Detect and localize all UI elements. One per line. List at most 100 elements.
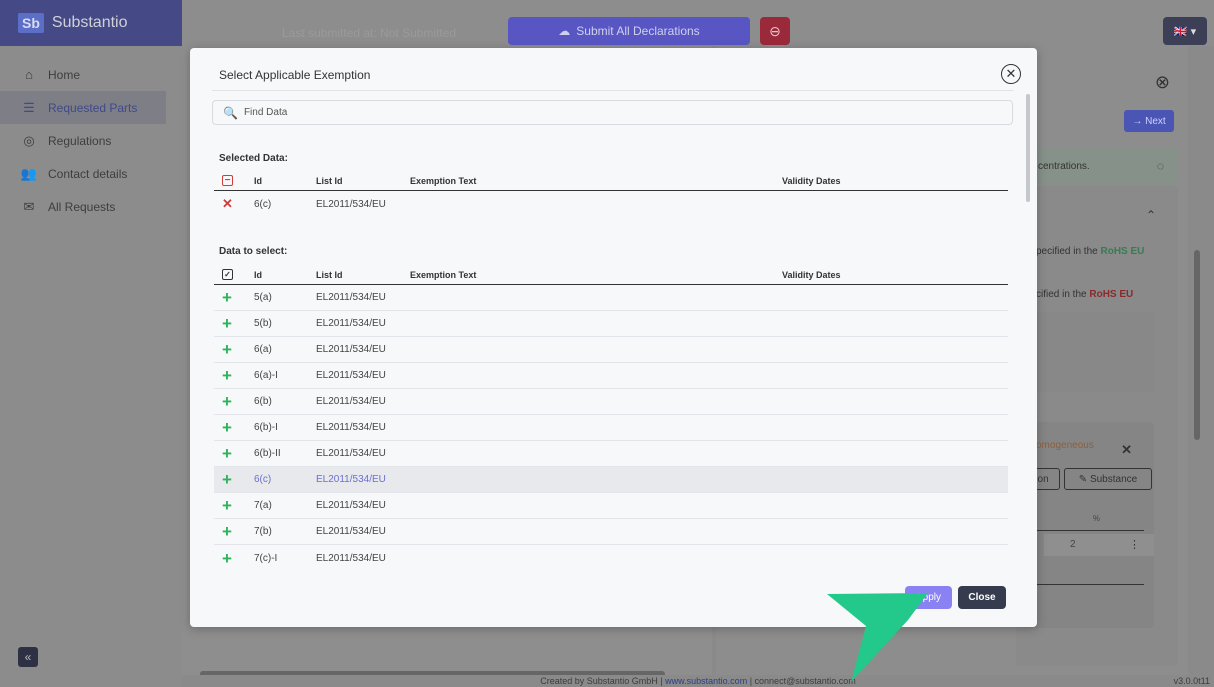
cell-list-id: EL2011/534/EU [316, 318, 386, 329]
table-row[interactable]: + 7(b) EL2011/534/EU [214, 519, 1008, 545]
modal-close-button[interactable]: ✕ [1001, 64, 1021, 84]
cloud-upload-icon: ☁ [558, 24, 571, 38]
cell-id: 5(b) [254, 318, 272, 329]
search-box: 🔍 [212, 100, 1013, 125]
cell-id: 6(b)-I [254, 422, 278, 433]
apply-button[interactable]: Apply [905, 586, 952, 609]
selected-table: − Id List Id Exemption Text Validity Dat… [214, 171, 1008, 217]
detail-placeholder [1024, 312, 1154, 392]
eye-slash-icon[interactable]: ◌ [1157, 159, 1164, 173]
cell-id: 6(a) [254, 344, 272, 355]
selectable-table: ✓ Id List Id Exemption Text Validity Dat… [214, 265, 1008, 571]
sidebar-item-requested-parts[interactable]: ☰ Requested Parts [0, 91, 166, 124]
close-circle-icon[interactable]: ⊗ [1155, 72, 1170, 93]
rohs-line-text: cified in the [1036, 289, 1090, 300]
column-header-validity-dates[interactable]: Validity Dates [782, 270, 1008, 280]
modal-scrollbar[interactable] [1026, 94, 1030, 202]
add-icon[interactable]: + [222, 315, 232, 332]
vertical-scrollbar[interactable] [1194, 250, 1200, 440]
add-icon[interactable]: + [222, 497, 232, 514]
collapse-sidebar-button[interactable]: « [18, 647, 38, 667]
close-icon[interactable]: ✕ [1121, 442, 1132, 458]
add-icon[interactable]: + [222, 523, 232, 540]
website-link[interactable]: www.substantio.com [665, 676, 747, 686]
add-icon[interactable]: + [222, 445, 232, 462]
rohs-line-compliant: pecified in the RoHS EU [1036, 246, 1144, 257]
table-row-highlighted[interactable]: + 6(c) EL2011/534/EU [214, 467, 1008, 493]
cell-list-id: EL2011/534/EU [316, 370, 386, 381]
more-vertical-icon[interactable]: ⋮ [1129, 538, 1140, 551]
modal-title: Select Applicable Exemption [219, 68, 371, 82]
add-icon[interactable]: + [222, 393, 232, 410]
add-substance-button[interactable]: ✎ Substance [1064, 468, 1152, 490]
sidebar-item-label: Requested Parts [48, 100, 138, 115]
table-row[interactable]: + 6(b) EL2011/534/EU [214, 389, 1008, 415]
column-header-exemption-text[interactable]: Exemption Text [410, 270, 782, 280]
table-row[interactable]: + 5(b) EL2011/534/EU [214, 311, 1008, 337]
column-header-list-id[interactable]: List Id [316, 270, 410, 280]
brand[interactable]: Sb Substantio [0, 0, 182, 46]
add-icon[interactable]: + [222, 471, 232, 488]
exemption-modal: Select Applicable Exemption ✕ 🔍 Selected… [190, 48, 1037, 627]
table-row[interactable]: + 6(a) EL2011/534/EU [214, 337, 1008, 363]
cell-list-id: EL2011/534/EU [316, 526, 386, 537]
chevron-up-icon[interactable]: ⌃ [1146, 208, 1156, 222]
table-row[interactable]: + 6(b)-I EL2011/534/EU [214, 415, 1008, 441]
cell-id: 6(a)-I [254, 370, 278, 381]
table-row[interactable]: + 6(b)-II EL2011/534/EU [214, 441, 1008, 467]
footer-email: | connect@substantio.com [747, 676, 856, 686]
sidebar-item-label: Contact details [48, 166, 128, 181]
sidebar-item-label: Regulations [48, 133, 112, 148]
table-row[interactable]: ✕ 6(c) EL2011/534/EU [214, 191, 1008, 217]
list-icon: ☰ [23, 99, 35, 115]
column-header-id[interactable]: Id [254, 270, 316, 280]
sidebar-item-all-requests[interactable]: ✉ All Requests [0, 190, 182, 223]
deselect-all-checkbox[interactable]: − [222, 175, 233, 186]
sidebar-item-regulations[interactable]: ◎ Regulations [0, 124, 182, 157]
sidebar-item-home[interactable]: ⌂ Home [0, 58, 182, 91]
submit-all-button[interactable]: ☁ Submit All Declarations [508, 17, 750, 45]
row-action-cell: + [214, 523, 254, 540]
add-icon[interactable]: + [222, 419, 232, 436]
cell-list-id: EL2011/534/EU [316, 474, 386, 485]
close-button[interactable]: Close [958, 586, 1006, 609]
remove-icon[interactable]: ✕ [222, 196, 233, 212]
table-row[interactable]: + 7(a) EL2011/534/EU [214, 493, 1008, 519]
rohs-tag: RoHS EU [1100, 246, 1145, 257]
column-header-list-id[interactable]: List Id [316, 176, 410, 186]
sidebar-item-contact-details[interactable]: 👥 Contact details [0, 157, 182, 190]
row-action-cell: + [214, 367, 254, 384]
column-header-exemption-text[interactable]: Exemption Text [410, 176, 782, 186]
row-action-cell: + [214, 471, 254, 488]
header-select-cell: ✓ [214, 269, 254, 280]
column-header-id[interactable]: Id [254, 176, 316, 186]
table-row[interactable]: + 6(a)-I EL2011/534/EU [214, 363, 1008, 389]
cancel-submit-button[interactable]: ⊖ [760, 17, 790, 45]
close-icon: ✕ [1005, 66, 1017, 81]
info-banner-text: centrations. [1038, 160, 1090, 172]
homogeneous-label: omogeneous [1036, 440, 1094, 451]
cell-id: 6(b) [254, 396, 272, 407]
add-icon[interactable]: + [222, 550, 232, 567]
cell-id: 5(a) [254, 292, 272, 303]
percent-header: % [1092, 514, 1100, 523]
add-icon[interactable]: + [222, 341, 232, 358]
column-header-validity-dates[interactable]: Validity Dates [782, 176, 1008, 186]
add-icon[interactable]: + [222, 367, 232, 384]
table-header: ✓ Id List Id Exemption Text Validity Dat… [214, 265, 1008, 285]
add-icon[interactable]: + [222, 289, 232, 306]
cell-list-id: EL2011/534/EU [316, 448, 386, 459]
table-row[interactable]: + 5(a) EL2011/534/EU [214, 285, 1008, 311]
table-row[interactable]: + 7(c)-I EL2011/534/EU [214, 545, 1008, 571]
row-action-cell: + [214, 419, 254, 436]
select-all-checkbox[interactable]: ✓ [222, 269, 233, 280]
version-label: v3.0.0t11 [1173, 676, 1210, 686]
cell-list-id: EL2011/534/EU [316, 422, 386, 433]
next-button[interactable]: → Next [1124, 110, 1174, 132]
search-input[interactable] [243, 107, 944, 118]
cell-id: 6(c) [254, 474, 272, 485]
detail-card: ⌃ pecified in the RoHS EU cified in the … [1016, 186, 1178, 666]
language-select[interactable]: 🇬🇧 ▾ [1163, 17, 1207, 45]
rohs-tag: RoHS EU [1089, 289, 1134, 300]
logo: Sb [18, 13, 44, 33]
